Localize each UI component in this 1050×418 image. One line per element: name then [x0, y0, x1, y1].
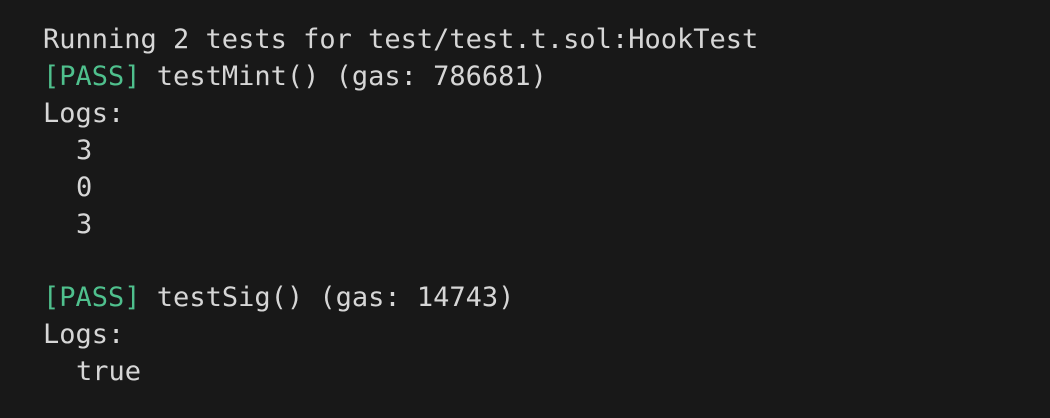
logs-label: Logs: [43, 319, 125, 350]
log-entry: 3 [76, 135, 93, 166]
test-result-line: [PASS] testMint() (gas: 786681) [43, 58, 1050, 95]
test-name-gas: testSig() (gas: 14743) [140, 282, 515, 313]
terminal-output: Running 2 tests for test/test.t.sol:Hook… [0, 0, 1050, 418]
log-entry: 3 [76, 209, 93, 240]
log-entry: true [76, 356, 142, 387]
logs-label: Logs: [43, 98, 125, 129]
pass-status: [PASS] [43, 61, 141, 92]
test-result-line: [PASS] testSig() (gas: 14743) [43, 279, 1050, 316]
run-summary-line: Running 2 tests for test/test.t.sol:Hook… [43, 24, 759, 55]
test-name-gas: testMint() (gas: 786681) [140, 61, 547, 92]
pass-status: [PASS] [43, 282, 141, 313]
log-entry: 0 [76, 172, 93, 203]
